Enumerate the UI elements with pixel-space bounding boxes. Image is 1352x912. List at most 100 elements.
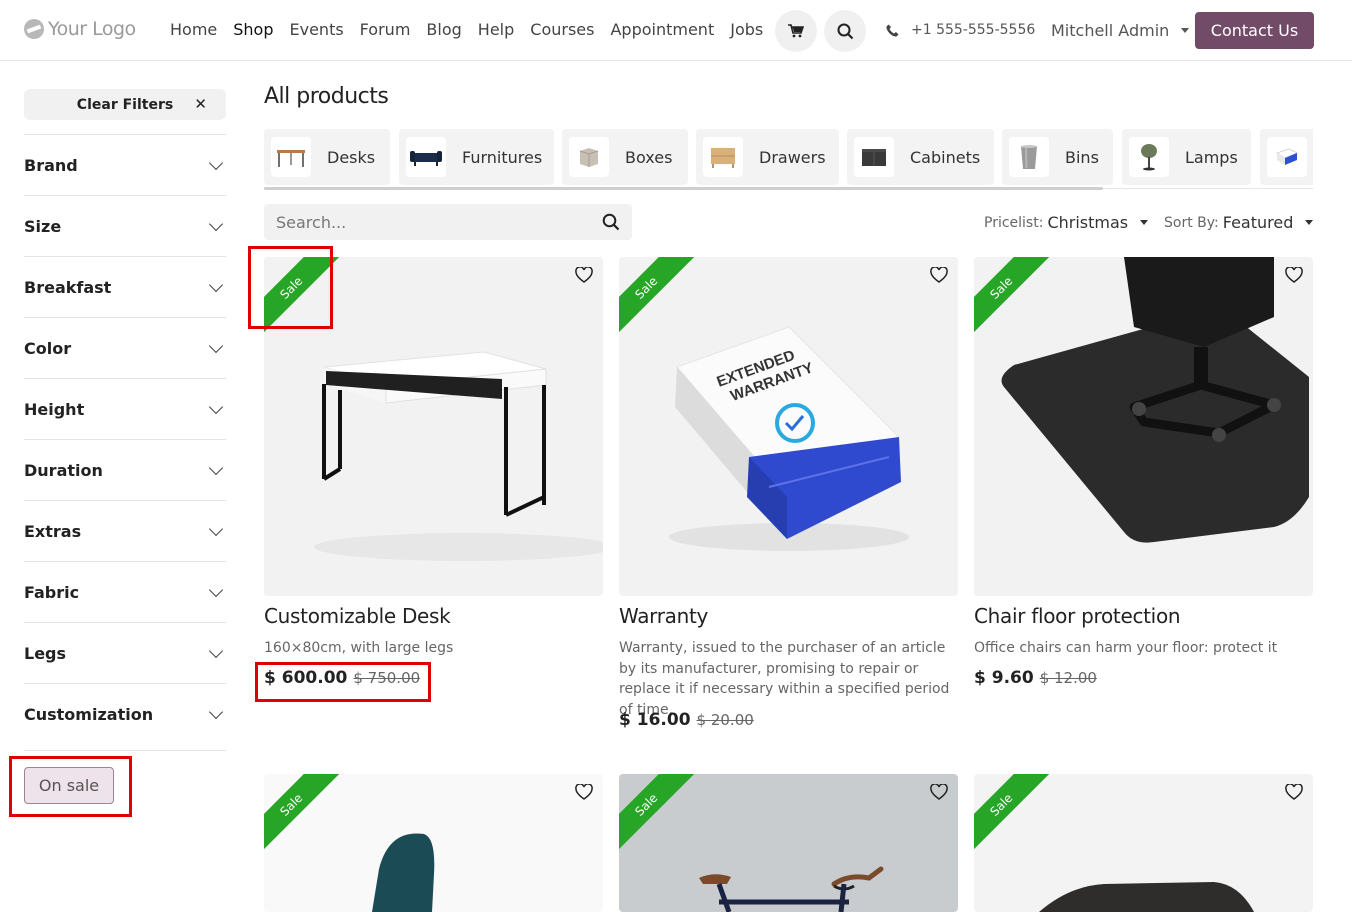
filter-customization[interactable]: Customization [24, 683, 226, 744]
chevron-down-icon [208, 277, 224, 293]
product-image-warranty[interactable]: EXTENDEDWARRANTY Sale [619, 257, 958, 596]
filter-brand[interactable]: Brand [24, 134, 226, 195]
category-label: Bins [1065, 147, 1099, 167]
nav-jobs[interactable]: Jobs [730, 20, 763, 39]
category-more[interactable] [1260, 129, 1313, 185]
page-title: All products [264, 84, 389, 109]
category-boxes[interactable]: Boxes [562, 129, 688, 185]
nav-forum[interactable]: Forum [360, 20, 411, 39]
nav-courses[interactable]: Courses [530, 20, 594, 39]
filter-label: Extras [24, 521, 82, 541]
category-bins[interactable]: Bins [1002, 129, 1113, 185]
chevron-down-icon [208, 521, 224, 537]
logo-icon [24, 19, 44, 39]
nav-events[interactable]: Events [290, 20, 344, 39]
category-lamps[interactable]: Lamps [1122, 129, 1251, 185]
user-menu[interactable]: Mitchell Admin [1051, 21, 1190, 40]
nav-help[interactable]: Help [478, 20, 514, 39]
filter-fabric[interactable]: Fabric [24, 561, 226, 622]
heart-icon[interactable] [575, 784, 593, 800]
logo-text: Your Logo [48, 18, 136, 40]
category-desks[interactable]: Desks [264, 129, 390, 185]
top-navbar: Your Logo Home Shop Events Forum Blog He… [0, 0, 1352, 61]
close-icon: ✕ [194, 95, 207, 113]
category-thumbnail [1009, 137, 1049, 177]
sale-ribbon-label: Sale [264, 774, 353, 867]
filter-height[interactable]: Height [24, 378, 226, 439]
heart-icon[interactable] [1285, 267, 1303, 283]
search-icon[interactable] [602, 213, 620, 231]
chevron-down-icon [208, 155, 224, 171]
search-toggle-button[interactable] [824, 10, 866, 52]
sale-ribbon-label: Sale [619, 257, 708, 350]
product-name[interactable]: Warranty [619, 604, 708, 628]
nav-appointment[interactable]: Appointment [610, 20, 714, 39]
product-image-desk-pad[interactable]: Sale [974, 774, 1313, 912]
product-price: $ 9.60 $ 12.00 [974, 668, 1097, 688]
filter-label: Breakfast [24, 277, 112, 297]
current-price: $ 9.60 [974, 668, 1034, 688]
filter-label: Customization [24, 704, 154, 724]
category-cabinets[interactable]: Cabinets [847, 129, 994, 185]
caret-down-icon [1305, 220, 1314, 225]
heart-icon[interactable] [1285, 784, 1303, 800]
pricelist-dropdown[interactable]: Pricelist: Christmas [984, 213, 1149, 232]
filter-label: Duration [24, 460, 103, 480]
category-carousel: Desks Furnitures Boxes Drawers Cabinets … [264, 129, 1313, 185]
search-input[interactable] [264, 204, 594, 240]
category-label: Drawers [759, 147, 826, 167]
chevron-down-icon [208, 643, 224, 659]
heart-icon[interactable] [930, 784, 948, 800]
current-price: $ 16.00 [619, 710, 691, 730]
cart-icon [788, 24, 804, 38]
heart-icon[interactable] [930, 267, 948, 283]
category-thumbnail [1129, 137, 1169, 177]
category-thumbnail [406, 137, 446, 177]
sort-value: Featured [1222, 213, 1294, 232]
category-thumbnail [703, 137, 743, 177]
chevron-down-icon [208, 399, 224, 415]
filter-breakfast[interactable]: Breakfast [24, 256, 226, 317]
product-image-chair-mat[interactable]: Sale [974, 257, 1313, 596]
product-name[interactable]: Chair floor protection [974, 604, 1181, 628]
nav-blog[interactable]: Blog [426, 20, 461, 39]
category-thumbnail [569, 137, 609, 177]
contact-us-button[interactable]: Contact Us [1195, 12, 1314, 49]
user-name: Mitchell Admin [1051, 21, 1170, 40]
product-description: Office chairs can harm your floor: prote… [974, 640, 1278, 656]
filter-label: Brand [24, 155, 78, 175]
site-logo[interactable]: Your Logo [24, 18, 136, 40]
product-name[interactable]: Customizable Desk [264, 604, 451, 628]
product-image-bicycle[interactable]: Sale [619, 774, 958, 912]
filter-legs[interactable]: Legs [24, 622, 226, 683]
cart-button[interactable] [775, 10, 817, 52]
divider [24, 750, 226, 751]
sale-ribbon: Sale [974, 774, 1074, 874]
category-furnitures[interactable]: Furnitures [399, 129, 554, 185]
filter-extras[interactable]: Extras [24, 500, 226, 561]
sale-ribbon-label: Sale [619, 774, 708, 867]
phone-link[interactable]: +1 555-555-5556 [886, 22, 1035, 38]
sale-ribbon: Sale [619, 257, 719, 357]
clear-filters-button[interactable]: Clear Filters ✕ [24, 89, 226, 120]
filter-label: Fabric [24, 582, 80, 602]
sort-dropdown[interactable]: Sort By: Featured [1164, 213, 1314, 232]
highlight-box-on-sale [9, 756, 132, 817]
product-description: Warranty, issued to the purchaser of an … [619, 640, 950, 718]
nav-shop[interactable]: Shop [233, 20, 273, 39]
category-drawers[interactable]: Drawers [696, 129, 839, 185]
category-label: Furnitures [462, 147, 543, 167]
category-thumbnail [854, 137, 894, 177]
heart-icon[interactable] [575, 267, 593, 283]
nav-home[interactable]: Home [170, 20, 217, 39]
filter-size[interactable]: Size [24, 195, 226, 256]
highlight-box-price [255, 662, 431, 702]
filter-color[interactable]: Color [24, 317, 226, 378]
product-search [264, 204, 632, 240]
chevron-down-icon [208, 460, 224, 476]
carousel-scrollbar[interactable] [264, 187, 1103, 190]
filter-label: Legs [24, 643, 67, 663]
product-image-chair[interactable]: Sale [264, 774, 603, 912]
filter-duration[interactable]: Duration [24, 439, 226, 500]
sale-ribbon: Sale [619, 774, 719, 874]
